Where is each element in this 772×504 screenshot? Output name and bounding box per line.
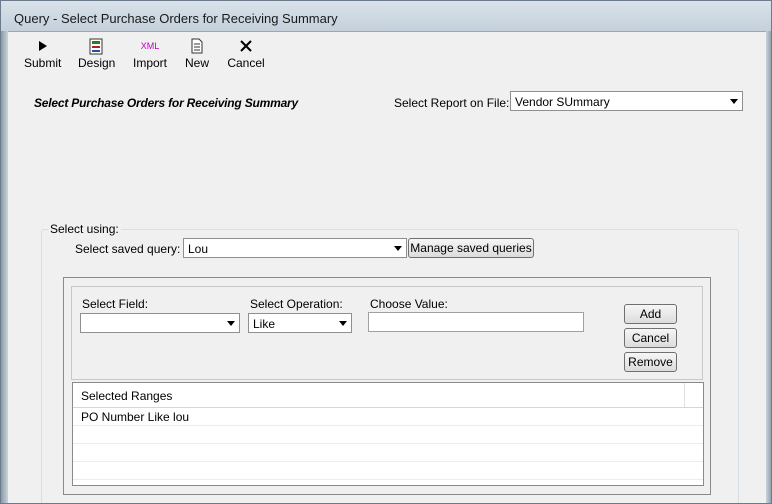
report-label: Select Report on File:	[394, 96, 510, 110]
field-label: Select Field:	[82, 297, 149, 311]
operation-select-value: Like	[253, 317, 276, 331]
chevron-down-icon	[394, 246, 402, 251]
page-heading: Select Purchase Orders for Receiving Sum…	[34, 96, 298, 110]
chevron-down-icon	[730, 99, 738, 104]
title-bar[interactable]: Query - Select Purchase Orders for Recei…	[1, 1, 771, 32]
chevron-down-icon	[339, 321, 347, 326]
remove-button[interactable]: Remove	[624, 352, 677, 372]
operation-select[interactable]: Like	[248, 313, 352, 333]
cancel-label: Cancel	[227, 56, 265, 70]
chevron-down-icon	[227, 321, 235, 326]
header-divider	[684, 383, 685, 407]
report-select[interactable]: Vendor SUmmary	[510, 91, 743, 111]
operation-label: Select Operation:	[250, 297, 343, 311]
value-label: Choose Value:	[370, 297, 448, 311]
table-row[interactable]: PO Number Like lou	[73, 408, 703, 426]
report-select-value: Vendor SUmmary	[515, 95, 610, 109]
submit-label: Submit	[24, 56, 62, 70]
new-document-icon	[191, 38, 203, 54]
cancel-range-button[interactable]: Cancel	[624, 328, 677, 348]
saved-query-label: Select saved query:	[75, 242, 181, 256]
design-label: Design	[78, 56, 116, 70]
selected-ranges-header[interactable]: Selected Ranges	[73, 383, 703, 408]
import-label: Import	[132, 56, 167, 70]
design-button[interactable]: Design	[78, 37, 116, 75]
play-icon	[39, 41, 47, 51]
manage-saved-queries-button[interactable]: Manage saved queries	[408, 238, 534, 258]
table-row[interactable]	[73, 462, 703, 480]
select-using-label: Select using:	[48, 222, 121, 236]
field-select[interactable]	[80, 313, 240, 333]
window-title: Query - Select Purchase Orders for Recei…	[14, 11, 338, 26]
table-row[interactable]	[73, 426, 703, 444]
selected-ranges-header-label: Selected Ranges	[81, 389, 173, 403]
selected-ranges-table[interactable]: Selected Ranges PO Number Like lou	[72, 382, 704, 486]
new-button[interactable]: New	[180, 37, 214, 75]
add-button[interactable]: Add	[624, 304, 677, 324]
window-left-edge	[1, 31, 8, 503]
value-input[interactable]	[368, 312, 584, 332]
table-row[interactable]	[73, 444, 703, 462]
design-icon	[89, 38, 103, 55]
range-cell: PO Number Like lou	[81, 410, 190, 424]
new-label: New	[184, 56, 209, 70]
cancel-toolbar-button[interactable]: Cancel	[226, 37, 266, 75]
xml-icon: XML	[140, 41, 160, 51]
submit-button[interactable]: Submit	[24, 37, 62, 75]
close-icon	[240, 40, 252, 52]
toolbar: Submit Design XML Import New Cancel	[8, 31, 766, 77]
import-button[interactable]: XML Import	[132, 37, 168, 75]
window-right-edge	[766, 31, 771, 503]
saved-query-value: Lou	[188, 242, 209, 256]
saved-query-select[interactable]: Lou	[183, 238, 407, 258]
query-window: Query - Select Purchase Orders for Recei…	[0, 0, 772, 504]
